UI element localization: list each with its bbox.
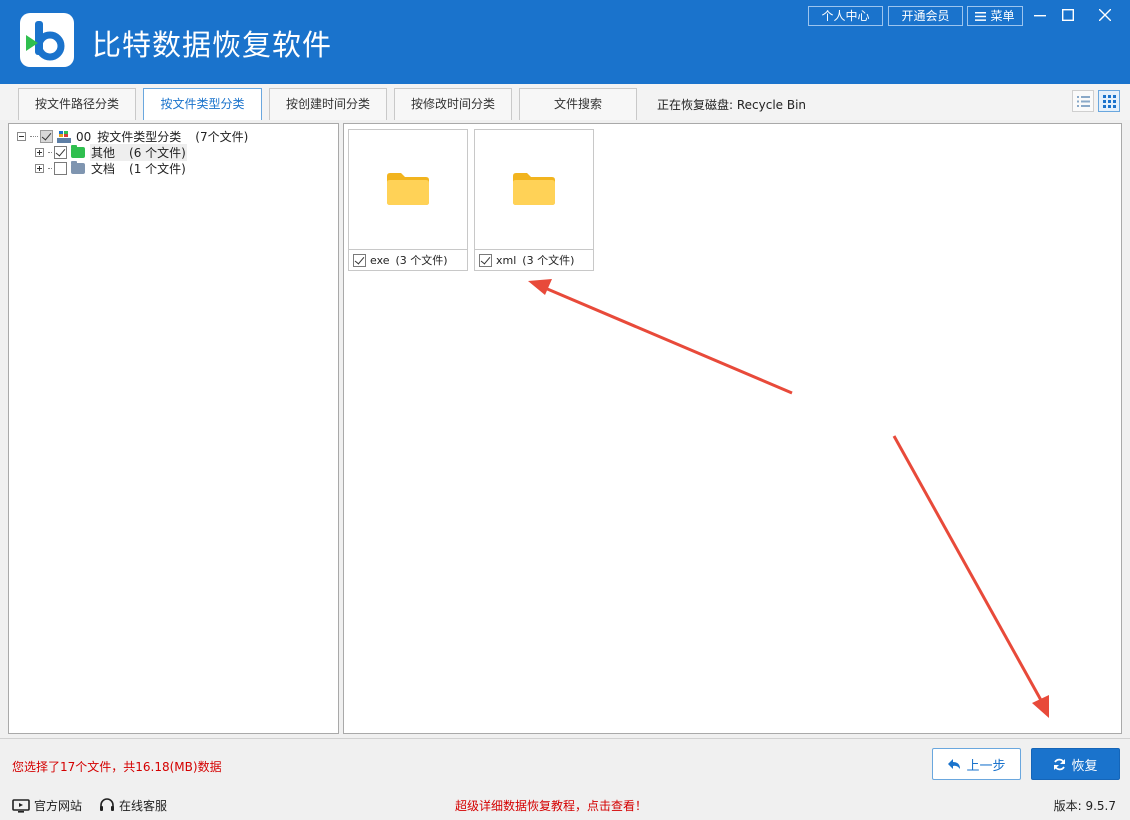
file-caption: exe (3 个文件) xyxy=(349,249,467,270)
selection-summary: 您选择了17个文件，共16.18(MB)数据 xyxy=(12,760,222,774)
tree-item-count: (1 个文件) xyxy=(129,162,186,176)
root-checkbox[interactable] xyxy=(40,130,53,143)
xml-checkbox[interactable] xyxy=(479,253,492,267)
documents-checkbox[interactable] xyxy=(54,162,67,175)
exe-checkbox[interactable] xyxy=(353,253,366,267)
folder-icon xyxy=(71,145,85,158)
tree-item-label: 其他 xyxy=(90,144,130,161)
category-tree: 00 按文件类型分类 (7个文件) 其他 (6 个文件) 文档 (1 个文件) xyxy=(8,123,339,734)
recover-label: 恢复 xyxy=(1071,758,1098,774)
list-view-button[interactable] xyxy=(1072,90,1094,112)
grid-view-button[interactable] xyxy=(1098,90,1120,112)
official-website-link[interactable]: 官方网站 xyxy=(12,797,82,814)
refresh-icon xyxy=(1053,758,1066,771)
previous-step-label: 上一步 xyxy=(966,758,1006,774)
maximize-button[interactable] xyxy=(1054,4,1082,26)
file-type-count: (3 个文件) xyxy=(395,254,448,267)
vip-button[interactable]: 开通会员 xyxy=(888,6,963,26)
file-card-exe[interactable]: exe (3 个文件) xyxy=(348,129,468,271)
minimize-icon xyxy=(1034,15,1046,17)
file-grid: exe (3 个文件) xml (3 个文件) xyxy=(343,123,1122,734)
tree-item-documents[interactable]: 文档 (1 个文件) xyxy=(35,161,186,176)
app-logo-icon xyxy=(20,13,74,67)
menu-icon xyxy=(975,8,987,26)
file-type-name: exe xyxy=(370,253,390,267)
tab-by-type[interactable]: 按文件类型分类 xyxy=(143,88,262,121)
title-bar: 比特数据恢复软件 个人中心 开通会员 菜单 xyxy=(0,0,1130,84)
app-title: 比特数据恢复软件 xyxy=(92,28,333,62)
file-type-name: xml xyxy=(496,253,517,267)
folder-icon xyxy=(475,130,593,248)
grid-view-icon xyxy=(1102,94,1116,108)
other-checkbox[interactable] xyxy=(54,146,67,159)
tree-root-label: 按文件类型分类 xyxy=(97,130,182,144)
file-caption: xml (3 个文件) xyxy=(475,249,593,270)
folder-icon xyxy=(71,161,85,174)
headset-icon xyxy=(99,798,115,813)
tab-strip: 按文件路径分类 按文件类型分类 按创建时间分类 按修改时间分类 文件搜索 正在恢… xyxy=(0,84,1130,121)
menu-button[interactable]: 菜单 xyxy=(967,6,1023,26)
online-support-label: 在线客服 xyxy=(119,799,168,813)
version-label: 版本: 9.5.7 xyxy=(1053,799,1116,813)
monitor-icon xyxy=(12,798,30,813)
drive-icon xyxy=(57,130,71,143)
close-icon xyxy=(1099,9,1111,21)
bottom-bar: 您选择了17个文件，共16.18(MB)数据 上一步 恢复 官方网站 在线客服 … xyxy=(0,738,1130,820)
close-button[interactable] xyxy=(1091,4,1119,26)
list-view-icon xyxy=(1076,95,1090,107)
tree-root-count: (7个文件) xyxy=(195,130,249,144)
previous-step-button[interactable]: 上一步 xyxy=(932,748,1021,780)
file-card-xml[interactable]: xml (3 个文件) xyxy=(474,129,594,271)
collapse-icon[interactable] xyxy=(17,132,26,141)
minimize-button[interactable] xyxy=(1026,4,1054,26)
tree-root[interactable]: 00 按文件类型分类 (7个文件) xyxy=(17,129,248,144)
personal-center-button[interactable]: 个人中心 xyxy=(808,6,883,26)
maximize-icon xyxy=(1062,9,1074,21)
tree-root-name: 00 xyxy=(76,129,92,144)
menu-label: 菜单 xyxy=(990,9,1015,23)
expand-icon[interactable] xyxy=(35,164,44,173)
tab-file-search[interactable]: 文件搜索 xyxy=(519,88,637,120)
tab-by-path[interactable]: 按文件路径分类 xyxy=(18,88,136,120)
tab-by-modify-time[interactable]: 按修改时间分类 xyxy=(394,88,512,120)
tree-item-count: (6 个文件) xyxy=(129,144,187,161)
online-support-link[interactable]: 在线客服 xyxy=(99,797,167,814)
tab-by-create-time[interactable]: 按创建时间分类 xyxy=(269,88,387,120)
recovering-disk-label: 正在恢复磁盘: Recycle Bin xyxy=(657,98,807,112)
official-website-label: 官方网站 xyxy=(34,799,83,813)
folder-icon xyxy=(349,130,467,248)
tree-item-label: 文档 xyxy=(91,162,116,176)
back-arrow-icon xyxy=(947,758,961,770)
content-area: 00 按文件类型分类 (7个文件) 其他 (6 个文件) 文档 (1 个文件) xyxy=(0,120,1130,738)
file-type-count: (3 个文件) xyxy=(522,254,575,267)
expand-icon[interactable] xyxy=(35,148,44,157)
tree-item-other[interactable]: 其他 (6 个文件) xyxy=(35,144,187,161)
recover-button[interactable]: 恢复 xyxy=(1031,748,1120,780)
tutorial-link[interactable]: 超级详细数据恢复教程，点击查看！ xyxy=(455,797,647,814)
